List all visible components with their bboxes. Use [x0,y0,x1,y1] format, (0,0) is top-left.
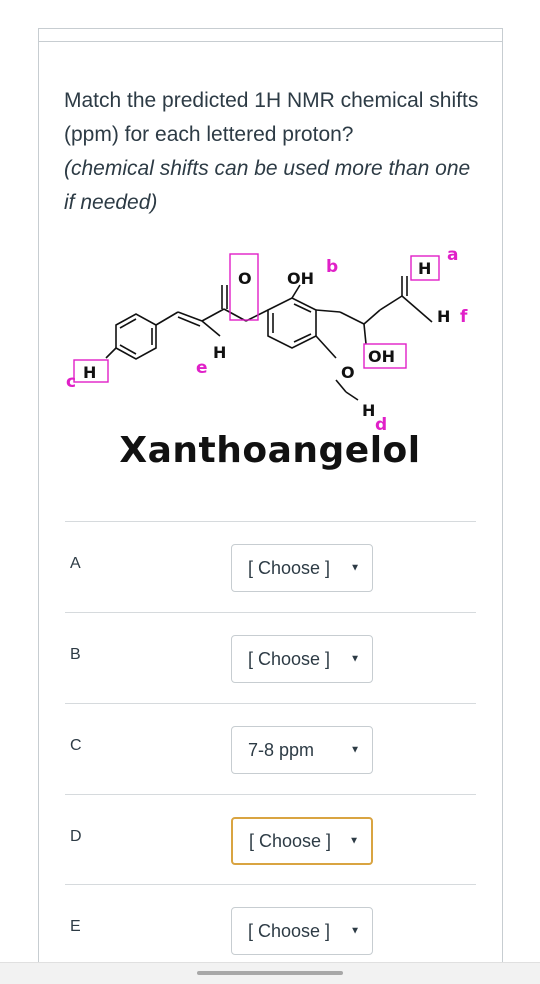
letter-d: d [375,415,387,430]
answer-row: C 7-8 ppm ▼ [65,703,476,794]
select-c-dropdown[interactable]: 7-8 ppm ▼ [231,726,373,774]
select-b-dropdown[interactable]: [ Choose ] ▼ [231,635,373,683]
row-label-d: D [70,828,82,845]
molecule-structure: O OH H H H H OH O H b a f e c d [66,245,468,430]
label-O-ring: O [341,363,355,382]
row-label-c: C [70,737,82,754]
answer-row: A [ Choose ] ▼ [65,521,476,612]
select-b-value: [ Choose ] [248,648,331,669]
system-navigation-bar [0,962,540,984]
answer-row: B [ Choose ] ▼ [65,612,476,703]
select-c-value: 7-8 ppm [248,739,315,760]
label-H-a: H [418,259,431,278]
select-a-dropdown[interactable]: [ Choose ] ▼ [231,544,373,592]
chevron-down-icon: ▼ [350,562,360,574]
right-ring [267,297,317,349]
select-a-value: [ Choose ] [248,557,331,578]
chevron-down-icon: ▼ [350,925,360,937]
question-text: Match the predicted 1H NMR chemical shif… [64,84,484,220]
label-H-d: H [362,401,375,420]
label-H-e: H [213,343,226,362]
chevron-down-icon: ▼ [350,653,360,665]
label-H-c: H [83,363,96,382]
molecule-bonds [105,276,433,401]
letter-f: f [460,307,468,327]
select-e-value: [ Choose ] [248,920,331,941]
left-ring [115,313,157,360]
row-label-b: B [70,646,81,663]
chevron-down-icon: ▼ [350,744,360,756]
select-d-dropdown[interactable]: [ Choose ] ▼ [231,817,373,865]
letter-c: c [66,372,76,392]
label-OH-top: OH [287,269,314,288]
chevron-down-icon: ▼ [349,835,359,847]
select-d-value: [ Choose ] [249,830,332,851]
row-label-e: E [70,918,81,935]
letter-e: e [196,358,208,378]
question-prompt: Match the predicted 1H NMR chemical shif… [64,89,479,146]
letter-b: b [326,257,338,277]
label-OH-box: OH [368,347,395,366]
molecule-name: Xanthoangelol [119,430,421,471]
answer-row: D [ Choose ] ▼ [65,794,476,885]
question-note: (chemical shifts can be used more than o… [64,157,471,214]
label-H-f: H [437,307,450,326]
letter-a: a [447,245,458,265]
home-indicator[interactable] [197,971,343,975]
select-e-dropdown[interactable]: [ Choose ] ▼ [231,907,373,955]
row-label-a: A [70,555,81,572]
label-O-carbonyl: O [238,269,252,288]
